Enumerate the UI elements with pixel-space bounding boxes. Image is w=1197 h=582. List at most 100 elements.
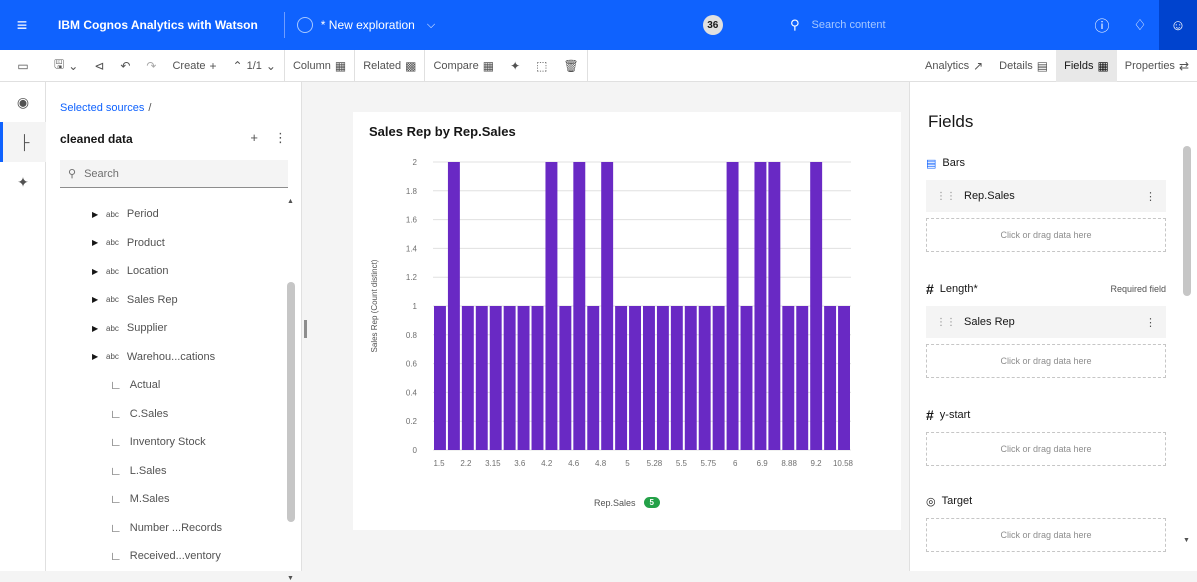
bar[interactable]	[573, 162, 586, 450]
save-button[interactable]: 🖫 ⌄	[46, 50, 86, 82]
bar[interactable]	[587, 306, 600, 450]
scroll-thumb[interactable]	[287, 282, 295, 522]
bar[interactable]	[824, 306, 837, 450]
redo-icon[interactable]: ↷	[138, 50, 164, 82]
tree-item-dimension[interactable]: ▶ abc Location	[46, 257, 290, 286]
bar[interactable]	[489, 306, 502, 450]
bar[interactable]	[754, 162, 767, 450]
compare-button[interactable]: Compare ▦	[425, 50, 502, 82]
expand-caret-icon[interactable]: ▶	[92, 352, 100, 361]
create-button[interactable]: Create +	[164, 50, 224, 82]
expand-caret-icon[interactable]: ▶	[92, 210, 100, 219]
sources-scrollbar[interactable]: ▲ ▼	[287, 198, 295, 582]
field-chip-sales-rep[interactable]: ⋮⋮ Sales Rep ⋮	[926, 306, 1166, 338]
tab-details[interactable]: Details ▤	[991, 50, 1056, 82]
rail-sources-icon[interactable]: ├	[0, 122, 46, 162]
drag-handle-icon[interactable]: ⋮⋮	[936, 317, 956, 328]
tree-item-dimension[interactable]: ▶ abc Product	[46, 229, 290, 258]
search-content[interactable]: ⚲ Search content	[780, 0, 1080, 50]
source-search-input[interactable]: ⚲ Search	[60, 160, 288, 188]
bar[interactable]	[698, 306, 711, 450]
scroll-up-icon[interactable]: ▲	[287, 198, 294, 205]
rail-data-icon[interactable]: ◉	[0, 82, 46, 122]
exploration-selector[interactable]: * New exploration ⌵	[296, 17, 697, 33]
overflow-menu-icon[interactable]: ⋮	[274, 130, 287, 146]
tree-item-measure[interactable]: ∟ Inventory Stock	[46, 428, 290, 457]
fields-scrollbar[interactable]: ▼	[1183, 134, 1191, 544]
tree-item-measure[interactable]: ∟ Actual	[46, 371, 290, 400]
bar[interactable]	[503, 306, 516, 450]
tree-item-dimension[interactable]: ▶ abc Supplier	[46, 314, 290, 343]
overflow-menu-icon[interactable]: ⋮	[1145, 316, 1156, 329]
app-name[interactable]: IBM Cognos Analytics with Watson	[44, 18, 272, 32]
bar[interactable]	[656, 306, 669, 450]
drag-handle-icon[interactable]: ⋮⋮	[936, 191, 956, 202]
tree-item-measure[interactable]: ∟ Received...ventory	[46, 542, 290, 571]
user-avatar-icon[interactable]: ☺	[1159, 0, 1197, 50]
bar[interactable]	[726, 162, 739, 450]
bar[interactable]	[643, 306, 655, 450]
bar[interactable]	[740, 306, 753, 450]
notification-bell-icon[interactable]: ♢	[1121, 0, 1159, 50]
bar[interactable]	[601, 162, 614, 450]
tree-item-measure[interactable]: ∟ M.Sales	[46, 485, 290, 514]
bar[interactable]	[684, 306, 697, 450]
bar[interactable]	[810, 162, 823, 450]
ystart-drop-zone[interactable]: Click or drag data here	[926, 432, 1166, 466]
help-icon[interactable]: ⓘ	[1083, 0, 1121, 50]
chevron-down-icon[interactable]: ⌄	[266, 59, 276, 73]
bars-drop-zone[interactable]: Click or drag data here	[926, 218, 1166, 252]
bar-chart[interactable]: 0 0.2 0.4 0.6 0.8 1 1.2 1.4 1.6 1.8 2 Sales Rep (Co…	[353, 112, 901, 530]
chevron-up-icon[interactable]: ⌃	[233, 59, 243, 73]
scroll-down-icon[interactable]: ▼	[1183, 537, 1190, 544]
scroll-down-icon[interactable]: ▼	[287, 575, 294, 582]
bar[interactable]	[782, 306, 795, 450]
expand-caret-icon[interactable]: ▶	[92, 295, 100, 304]
scroll-thumb[interactable]	[1183, 146, 1191, 296]
column-button[interactable]: Column ▦	[285, 50, 354, 82]
field-chip-rep-sales[interactable]: ⋮⋮ Rep.Sales ⋮	[926, 180, 1166, 212]
bar[interactable]	[615, 306, 628, 450]
bar[interactable]	[475, 306, 488, 450]
bar[interactable]	[434, 306, 446, 450]
tree-item-measure[interactable]: ∟ L.Sales	[46, 457, 290, 486]
overflow-menu-icon[interactable]: ⋮	[1145, 190, 1156, 203]
hamburger-menu-icon[interactable]: ≡	[0, 0, 44, 50]
pin-icon[interactable]: ✦	[502, 50, 528, 82]
chat-icon[interactable]: ▭	[0, 50, 46, 82]
notification-count-badge[interactable]: 36	[702, 15, 723, 35]
bar[interactable]	[559, 306, 572, 450]
expand-caret-icon[interactable]: ▶	[92, 267, 100, 276]
bar[interactable]	[670, 306, 683, 450]
tree-item-dimension[interactable]: ▶ abc Period	[46, 200, 290, 229]
related-button[interactable]: Related ▩	[355, 50, 424, 82]
bar[interactable]	[712, 306, 725, 450]
fullscreen-icon[interactable]: ⬚	[528, 50, 555, 82]
tree-item-measure[interactable]: ∟ C.Sales	[46, 400, 290, 429]
legend-count-badge[interactable]: 5	[643, 497, 660, 508]
expand-caret-icon[interactable]: ▶	[92, 238, 100, 247]
tab-fields[interactable]: Fields ▦	[1056, 50, 1117, 82]
tree-item-measure[interactable]: ∟ Number ...Records	[46, 514, 290, 543]
bar[interactable]	[447, 162, 460, 450]
bar[interactable]	[838, 306, 850, 450]
rail-pin-icon[interactable]: ✦	[0, 162, 46, 202]
tab-analytics[interactable]: Analytics ↗	[917, 50, 991, 82]
expand-caret-icon[interactable]: ▶	[92, 324, 100, 333]
delete-icon[interactable]: 🗑	[555, 50, 586, 82]
bar[interactable]	[461, 306, 474, 450]
page-selector[interactable]: ⌃ 1/1 ⌄	[225, 50, 284, 82]
tree-item-dimension[interactable]: ▶ abc Warehou...cations	[46, 343, 290, 372]
undo-icon[interactable]: ↶	[112, 50, 138, 82]
tree-item-dimension[interactable]: ▶ abc Sales Rep	[46, 286, 290, 315]
breadcrumb-selected-sources[interactable]: Selected sources	[60, 102, 144, 114]
bar[interactable]	[517, 306, 530, 450]
share-icon[interactable]: ⊲	[86, 50, 112, 82]
bar[interactable]	[531, 306, 544, 450]
length-drop-zone[interactable]: Click or drag data here	[926, 344, 1166, 378]
bar[interactable]	[768, 162, 781, 450]
tab-properties[interactable]: Properties ⇄	[1117, 50, 1197, 82]
chevron-down-icon[interactable]: ⌵	[427, 19, 435, 32]
bar[interactable]	[629, 306, 641, 450]
add-source-icon[interactable]: +	[250, 130, 258, 146]
